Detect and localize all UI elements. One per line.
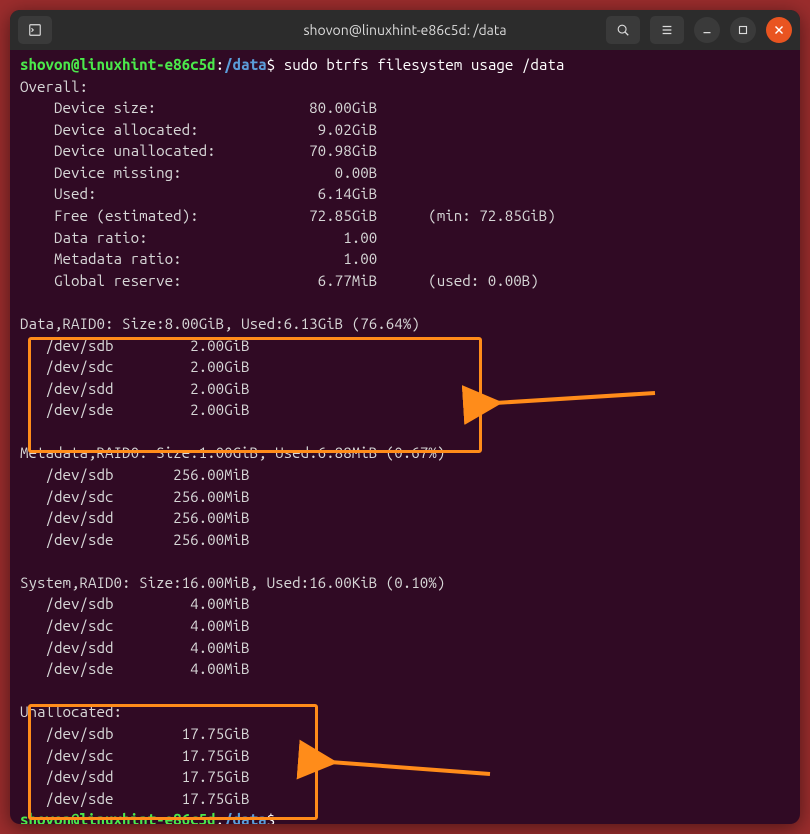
maximize-icon xyxy=(736,23,750,37)
search-button[interactable] xyxy=(606,16,640,44)
close-button[interactable] xyxy=(766,17,792,43)
menu-button[interactable] xyxy=(650,16,684,44)
terminal-window: shovon@linuxhint-e86c5d: /data shovon@li… xyxy=(10,10,800,824)
new-tab-button[interactable] xyxy=(18,16,52,44)
maximize-button[interactable] xyxy=(730,17,756,43)
minimize-button[interactable] xyxy=(694,17,720,43)
close-icon xyxy=(772,23,786,37)
search-icon xyxy=(616,23,630,37)
terminal-icon xyxy=(28,23,42,37)
terminal-content[interactable]: shovon@linuxhint-e86c5d:/data$ sudo btrf… xyxy=(10,50,800,824)
titlebar: shovon@linuxhint-e86c5d: /data xyxy=(10,10,800,50)
hamburger-icon xyxy=(660,23,674,37)
window-title: shovon@linuxhint-e86c5d: /data xyxy=(303,22,506,38)
minimize-icon xyxy=(700,23,714,37)
